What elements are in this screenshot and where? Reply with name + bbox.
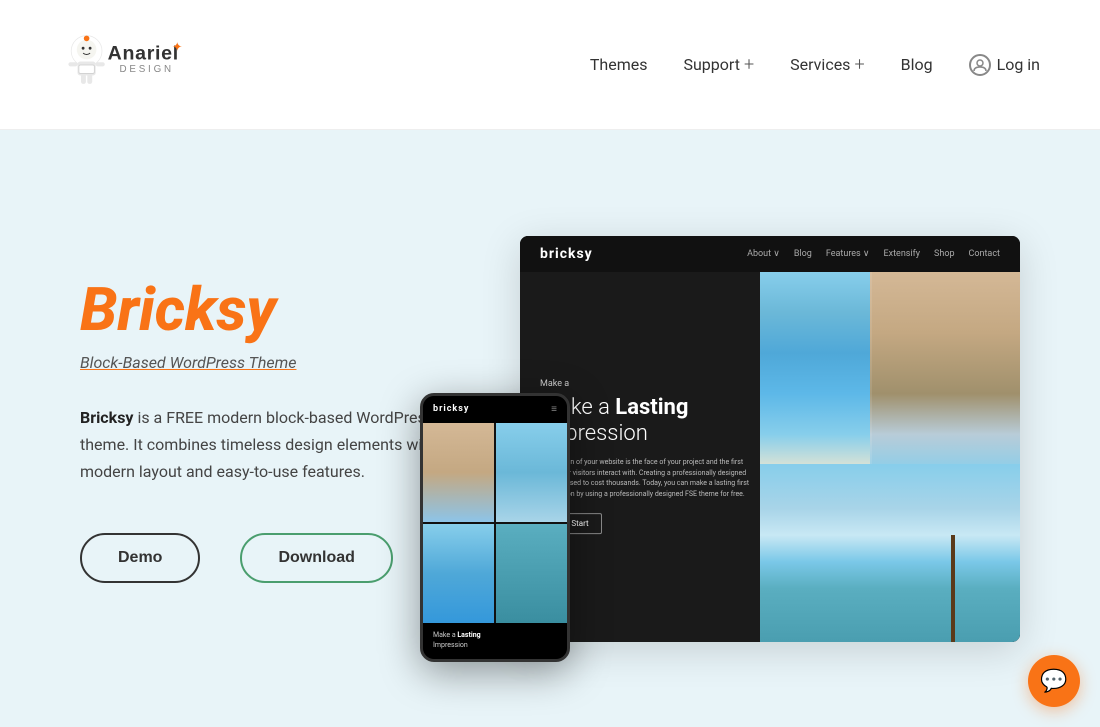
desktop-text-overlay: Make a Make a LastingImpression The desi… (540, 379, 760, 535)
support-plus-icon: + (744, 54, 754, 75)
chat-icon: 💬 (1040, 669, 1067, 694)
hero-right-panel: bricksy About ∨ Blog Features ∨ Extensif… (500, 216, 1020, 642)
mobile-img-grid (423, 423, 567, 623)
logo-svg: Anariel ✦ DESIGN (60, 25, 200, 105)
hero-subtitle: Block-Based WordPress Theme (80, 353, 460, 372)
svg-text:✦: ✦ (172, 40, 183, 54)
services-plus-icon: + (854, 54, 864, 75)
mobile-img-2 (496, 423, 567, 522)
mock-pier-scene (760, 464, 1020, 642)
desktop-mock-logo: bricksy (540, 246, 593, 262)
login-icon (969, 54, 991, 76)
demo-button[interactable]: Demo (80, 533, 200, 583)
mobile-mock-logo: bricksy (433, 404, 469, 414)
logo-area[interactable]: Anariel ✦ DESIGN (60, 25, 200, 105)
mock-beach-img-2 (760, 272, 870, 476)
overlay-heading: Make a LastingImpression (540, 395, 760, 448)
site-header: Anariel ✦ DESIGN Themes Support + Servic… (0, 0, 1100, 130)
nav-support[interactable]: Support + (683, 54, 754, 75)
mobile-caption: Make a LastingImpression (423, 623, 567, 659)
mobile-img-1 (423, 423, 494, 522)
desktop-navbar: bricksy About ∨ Blog Features ∨ Extensif… (520, 236, 1020, 272)
svg-text:Anariel: Anariel (108, 42, 179, 64)
desktop-mockup: bricksy About ∨ Blog Features ∨ Extensif… (520, 236, 1020, 642)
nav-login[interactable]: Log in (969, 54, 1040, 76)
mobile-mock-content (423, 423, 567, 623)
hero-section: Bricksy Block-Based WordPress Theme Bric… (0, 130, 1100, 727)
mock-beach-img-1 (870, 272, 1020, 476)
mobile-img-4 (496, 524, 567, 623)
desktop-mock-content: Make a Make a LastingImpression The desi… (520, 272, 1020, 642)
svg-text:DESIGN: DESIGN (120, 64, 174, 75)
chat-bubble-button[interactable]: 💬 (1028, 655, 1080, 707)
nav-services[interactable]: Services + (790, 54, 864, 75)
overlay-body: The design of your website is the face o… (540, 457, 760, 499)
nav-blog[interactable]: Blog (901, 55, 933, 74)
hero-description: Bricksy is a FREE modern block-based Wor… (80, 404, 460, 486)
nav-themes[interactable]: Themes (590, 55, 648, 74)
desktop-mock-nav: About ∨ Blog Features ∨ Extensify Shop C… (747, 249, 1000, 259)
download-button[interactable]: Download (240, 533, 392, 583)
mobile-mockup: bricksy ≡ Make a LastingImpression (420, 393, 570, 662)
mobile-caption-text: Make a LastingImpression (433, 631, 557, 651)
mobile-mock-navbar: bricksy ≡ (423, 396, 567, 423)
hero-brand-name: Bricksy (80, 408, 133, 427)
hero-title: Bricksy (80, 274, 460, 345)
main-nav: Themes Support + Services + Blog Log in (590, 54, 1040, 76)
mobile-img-3 (423, 524, 494, 623)
hero-buttons: Demo Download (80, 533, 460, 583)
mobile-hamburger-icon: ≡ (551, 404, 557, 415)
